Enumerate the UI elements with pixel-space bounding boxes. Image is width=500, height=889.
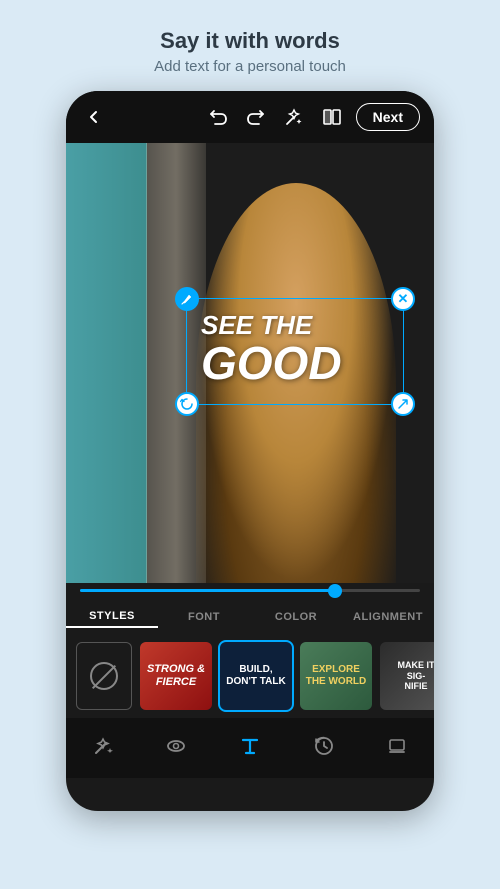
style-tabs: STYLES FONT COLOR ALIGNMENT: [66, 598, 434, 634]
text-overlay-container[interactable]: ✕ SEE THE GOOD: [186, 298, 404, 405]
no-style-icon: [90, 662, 118, 690]
slider-thumb[interactable]: [328, 584, 342, 598]
compare-button[interactable]: [318, 103, 346, 131]
tab-color[interactable]: COLOR: [250, 607, 342, 627]
tab-alignment[interactable]: ALIGNMENT: [342, 607, 434, 627]
bottom-nav: [66, 718, 434, 778]
handle-edit[interactable]: [175, 287, 199, 311]
phone-mockup: Next ✕ SEE THE GOO: [66, 91, 434, 811]
page-subtitle: Add text for a personal touch: [154, 58, 346, 75]
page-title: Say it with words: [154, 28, 346, 54]
nav-layers[interactable]: [375, 726, 419, 766]
undo-button[interactable]: [204, 103, 232, 131]
handle-close[interactable]: ✕: [391, 287, 415, 311]
handle-resize[interactable]: [391, 392, 415, 416]
topbar-left: [80, 103, 108, 131]
text-line2[interactable]: GOOD: [201, 340, 389, 386]
redo-button[interactable]: [242, 103, 270, 131]
nav-eye[interactable]: [154, 726, 198, 766]
edit-wand-button[interactable]: [280, 103, 308, 131]
tab-font[interactable]: FONT: [158, 607, 250, 627]
style-card-explore[interactable]: EXPLORETHE WORLD: [300, 642, 372, 710]
style-none-card[interactable]: [76, 642, 132, 710]
slider-area: [66, 583, 434, 598]
tab-styles[interactable]: STYLES: [66, 606, 158, 628]
back-button[interactable]: [80, 103, 108, 131]
nav-magic-wand[interactable]: [81, 726, 125, 766]
page-header: Say it with words Add text for a persona…: [134, 0, 366, 91]
photo-area: ✕ SEE THE GOOD: [66, 143, 434, 583]
style-card-build[interactable]: BUILD,DON'T TALK: [220, 642, 292, 710]
topbar-right: Next: [204, 103, 420, 131]
next-button[interactable]: Next: [356, 103, 420, 131]
text-line1[interactable]: SEE THE: [201, 311, 389, 340]
nav-history[interactable]: [302, 726, 346, 766]
slider-fill: [80, 589, 335, 592]
text-selection-box: ✕ SEE THE GOOD: [186, 298, 404, 405]
handle-rotate[interactable]: [175, 392, 199, 416]
style-card-make[interactable]: MAKE ITSIG-NIFIE: [380, 642, 434, 710]
phone-topbar: Next: [66, 91, 434, 143]
style-options: STRONG &FIERCE BUILD,DON'T TALK EXPLORET…: [66, 634, 434, 718]
slider-track[interactable]: [80, 589, 420, 592]
style-card-strong[interactable]: STRONG &FIERCE: [140, 642, 212, 710]
nav-text[interactable]: [228, 726, 272, 766]
